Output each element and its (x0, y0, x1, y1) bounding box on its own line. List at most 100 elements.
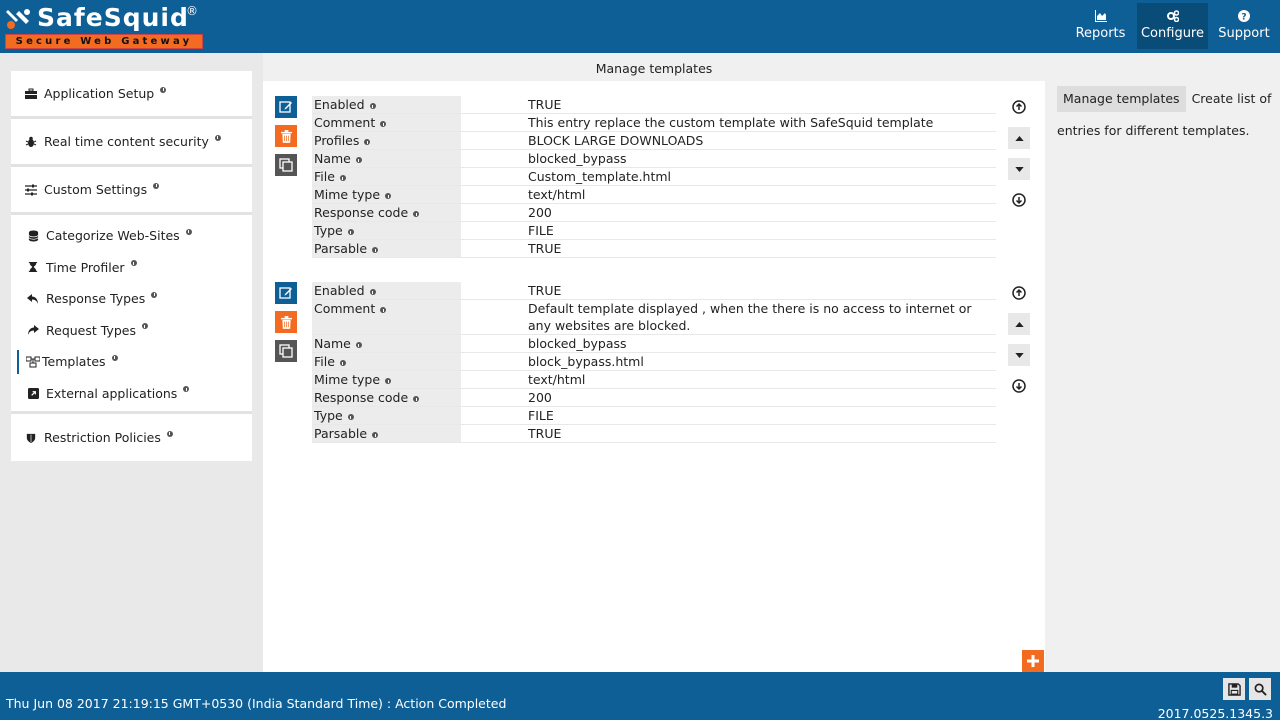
info-icon[interactable] (185, 228, 192, 235)
info-icon[interactable] (214, 134, 221, 141)
help-tag: Manage templates (1057, 86, 1186, 112)
sidebar-item-application-setup[interactable]: Application Setup (11, 71, 252, 116)
info-icon[interactable] (413, 396, 420, 402)
info-icon[interactable] (339, 175, 346, 181)
edit-icon (279, 287, 292, 299)
info-icon[interactable] (153, 182, 160, 189)
sidebar-item-label: External applications (46, 385, 178, 401)
sidebar-item-restriction-policies[interactable]: Restriction Policies (11, 414, 252, 461)
info-icon[interactable] (380, 307, 387, 313)
safesquid-logo[interactable]: SafeSquid ® Secure Web Gateway (5, 3, 205, 51)
nav-support[interactable]: ? Support (1208, 0, 1280, 53)
sitemap-icon (26, 355, 40, 369)
sidebar-item-categorize-web-sites[interactable]: Categorize Web-Sites (11, 220, 252, 252)
top-nav: Reports Configure ? Support (1064, 0, 1280, 53)
copy-icon (279, 158, 293, 172)
move-to-bottom-button[interactable] (1008, 375, 1030, 397)
caret-down-icon (1014, 352, 1024, 358)
nav-reports[interactable]: Reports (1064, 0, 1137, 53)
row-key: Response code (312, 389, 461, 406)
table-row: Parsable TRUE (312, 240, 996, 258)
row-key: Name (312, 335, 461, 352)
row-value: blocked_bypass (528, 151, 627, 166)
sidebar-item-time-profiler[interactable]: Time Profiler (11, 252, 252, 284)
search-button[interactable] (1249, 678, 1271, 700)
entry-move-controls (1008, 282, 1030, 406)
move-up-button[interactable] (1008, 127, 1030, 149)
info-icon[interactable] (160, 86, 167, 93)
row-value: This entry replace the custom template w… (528, 115, 934, 130)
row-value: Default template displayed , when the th… (528, 301, 972, 333)
nav-reports-label: Reports (1075, 26, 1126, 41)
nav-configure-label: Configure (1140, 26, 1204, 41)
save-button[interactable] (1223, 678, 1245, 700)
svg-text:?: ? (1241, 13, 1246, 23)
row-value: TRUE (528, 426, 562, 441)
row-key-label: File (314, 169, 335, 184)
nav-configure[interactable]: Configure (1137, 3, 1208, 49)
edit-button[interactable] (275, 282, 297, 304)
copy-button[interactable] (275, 340, 297, 362)
info-icon[interactable] (385, 378, 392, 384)
sidebar-item-label: Restriction Policies (44, 430, 161, 445)
top-header: SafeSquid ® Secure Web Gateway Reports C… (0, 0, 1280, 53)
info-icon[interactable] (141, 323, 148, 330)
trash-icon (280, 129, 292, 143)
info-icon[interactable] (413, 211, 420, 217)
caret-up-icon (1014, 321, 1024, 327)
info-icon[interactable] (166, 430, 173, 437)
info-icon[interactable] (347, 229, 354, 235)
move-down-button[interactable] (1008, 158, 1030, 180)
sidebar-item-request-types[interactable]: Request Types (11, 315, 252, 347)
sidebar-item-custom-settings[interactable]: Custom Settings (11, 167, 252, 212)
info-icon[interactable] (347, 414, 354, 420)
entry-move-controls (1008, 96, 1030, 220)
arrow-circle-down-icon (1012, 193, 1026, 207)
edit-button[interactable] (275, 96, 297, 118)
table-row: Profiles BLOCK LARGE DOWNLOADS (312, 132, 996, 150)
info-icon[interactable] (369, 103, 376, 109)
move-up-button[interactable] (1008, 313, 1030, 335)
row-key: Parsable (312, 240, 461, 257)
logo-text: SafeSquid (37, 3, 189, 32)
info-icon[interactable] (355, 342, 362, 348)
delete-button[interactable] (275, 125, 297, 147)
arrow-circle-up-icon (1012, 100, 1026, 114)
row-key: Comment (312, 114, 461, 131)
move-to-top-button[interactable] (1008, 96, 1030, 118)
info-icon[interactable] (130, 260, 137, 267)
info-icon[interactable] (339, 360, 346, 366)
info-icon[interactable] (385, 193, 392, 199)
sidebar-item-response-types[interactable]: Response Types (11, 283, 252, 315)
reply-icon (26, 292, 40, 306)
copy-button[interactable] (275, 154, 297, 176)
delete-button[interactable] (275, 311, 297, 333)
table-row: Comment Default template displayed , when… (312, 300, 996, 335)
plus-icon (1027, 655, 1039, 667)
sidebar-item-external-applications[interactable]: External applications (11, 378, 252, 410)
sidebar-item-label: Real time content security (44, 134, 209, 149)
add-entry-button[interactable] (1022, 650, 1044, 672)
version-label: 2017.0525.1345.3 (1157, 706, 1273, 720)
info-icon[interactable] (355, 157, 362, 163)
caret-up-icon (1014, 135, 1024, 141)
info-icon[interactable] (372, 247, 379, 253)
row-key-label: Parsable (314, 241, 368, 256)
sidebar-item-templates[interactable]: Templates (11, 346, 252, 378)
nav-support-label: Support (1218, 26, 1270, 41)
info-icon[interactable] (372, 432, 379, 438)
info-icon[interactable] (111, 354, 118, 361)
row-key-label: Mime type (314, 372, 381, 387)
info-icon[interactable] (364, 139, 371, 145)
move-to-bottom-button[interactable] (1008, 189, 1030, 211)
move-down-button[interactable] (1008, 344, 1030, 366)
sidebar-subgroup: Categorize Web-Sites Time Profiler Respo… (11, 215, 252, 414)
info-icon[interactable] (151, 291, 158, 298)
info-icon[interactable] (369, 289, 376, 295)
database-icon (26, 229, 40, 243)
info-icon[interactable] (183, 386, 190, 393)
move-to-top-button[interactable] (1008, 282, 1030, 304)
info-icon[interactable] (380, 121, 387, 127)
sidebar-item-real-time-content-security[interactable]: Real time content security (11, 119, 252, 164)
row-key: Enabled (312, 282, 461, 299)
